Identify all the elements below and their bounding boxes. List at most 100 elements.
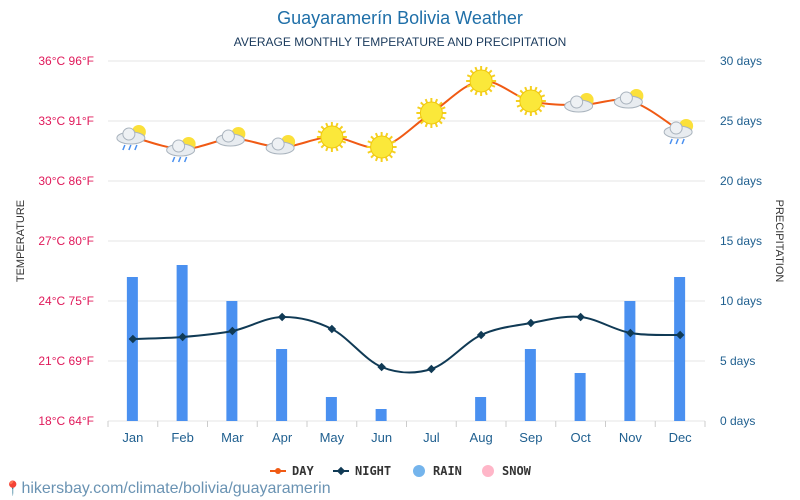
sun-cloud-icon — [564, 93, 594, 113]
rain-bar — [624, 301, 636, 421]
right-tick-label: 5 days — [720, 354, 755, 368]
x-tick-label: Feb — [171, 430, 193, 445]
sun-ray — [388, 154, 393, 159]
sun-icon — [416, 98, 447, 128]
sun-disc — [519, 89, 543, 113]
rain-bar — [524, 349, 536, 421]
rain-bar — [226, 301, 238, 421]
sun-ray — [469, 88, 475, 93]
legend-label-snow: SNOW — [502, 464, 532, 478]
rain-bar — [276, 349, 288, 421]
sun-ray — [488, 88, 493, 93]
rain-drop — [134, 144, 138, 151]
sun-disc — [320, 125, 344, 149]
sun-ray — [320, 125, 325, 130]
x-tick-label: Jul — [423, 430, 440, 445]
rain-bar — [574, 373, 586, 421]
sun-ray — [317, 130, 323, 134]
x-tick-label: Nov — [619, 430, 643, 445]
sun-ray — [388, 135, 393, 140]
right-axis-label: PRECIPITATION — [773, 200, 785, 283]
rain-drop — [177, 156, 182, 163]
x-tick-label: May — [320, 430, 345, 445]
sun-ray — [516, 94, 522, 98]
sun-ray — [540, 94, 546, 98]
legend-label-rain: RAIN — [433, 464, 462, 478]
sun-ray — [367, 150, 372, 154]
left-tick-label: 30°C 86°F — [38, 174, 94, 188]
legend-marker — [336, 466, 346, 476]
sun-ray — [424, 98, 429, 104]
night-point — [277, 312, 287, 322]
rain-bar — [475, 397, 487, 421]
rain-drop — [171, 156, 176, 163]
rain-drop — [122, 144, 126, 151]
cloud-puff — [221, 129, 235, 143]
legend-label-day: DAY — [292, 464, 314, 478]
sun-ray — [534, 86, 538, 92]
rain-drop — [128, 144, 132, 151]
sun-icon — [366, 132, 397, 162]
sun-ray — [441, 106, 446, 110]
x-tick-label: Jun — [371, 430, 392, 445]
right-tick-label: 0 days — [720, 414, 755, 428]
sun-cloud-icon — [613, 89, 644, 109]
sun-ray — [524, 86, 528, 92]
sun-ray — [374, 156, 379, 162]
sun-ray — [320, 144, 325, 149]
source-link-text[interactable]: hikersbay.com/climate/bolivia/guayaramer… — [21, 480, 330, 497]
x-tick-label: Dec — [669, 430, 693, 445]
rain-bar — [325, 397, 337, 421]
rain-bar — [674, 277, 686, 421]
sun-ray — [338, 125, 344, 130]
x-tick-label: Jan — [122, 430, 143, 445]
legend-marker — [482, 465, 494, 477]
cloud-puff — [271, 137, 285, 151]
sun-ray — [338, 144, 344, 149]
sun-ray — [516, 104, 522, 108]
night-point — [377, 362, 386, 372]
legend-marker — [275, 468, 281, 474]
sun-cloud-icon — [265, 135, 296, 155]
sun-icon — [515, 86, 546, 116]
left-tick-label: 18°C 64°F — [38, 414, 94, 428]
x-tick-label: Apr — [272, 430, 293, 445]
sun-ray — [391, 140, 396, 144]
sun-ray — [519, 89, 524, 94]
left-tick-label: 36°C 96°F — [38, 54, 94, 68]
rain-bar — [375, 409, 387, 421]
sun-ray — [335, 122, 339, 128]
rain-drop — [183, 156, 188, 163]
sun-ray — [469, 69, 475, 74]
rain-bar — [126, 277, 138, 421]
sun-ray — [370, 135, 375, 140]
sun-ray — [540, 104, 546, 108]
sun-ray — [417, 106, 422, 110]
sun-ray — [537, 89, 543, 94]
sun-cloud-icon — [215, 127, 246, 147]
right-tick-label: 30 days — [720, 54, 762, 68]
rain-drop — [681, 138, 685, 145]
sun-ray — [474, 66, 478, 72]
cloud-puff — [122, 127, 136, 141]
sun-ray — [488, 69, 493, 74]
night-point — [576, 312, 585, 322]
sun-ray — [434, 122, 439, 128]
chart-svg: 18°C 64°F 0 days 21°C 69°F 5 days 24°C 75°F 1… — [15, 54, 785, 478]
cloud-puff — [619, 91, 633, 105]
night-point — [526, 318, 536, 328]
cloud-puff — [570, 95, 584, 109]
night-point — [327, 324, 337, 334]
legend-label-night: NIGHT — [355, 464, 391, 478]
cloud-sun-rain-icon — [116, 125, 146, 151]
legend-marker — [413, 465, 425, 477]
source-link[interactable]: 📍hikersbay.com/climate/bolivia/guayarame… — [4, 480, 331, 498]
right-tick-label: 10 days — [720, 294, 762, 308]
sun-ray — [384, 156, 389, 162]
sun-icon — [316, 122, 347, 152]
sun-ray — [490, 74, 496, 78]
sun-ray — [484, 90, 488, 96]
sun-icon — [466, 66, 497, 96]
left-axis-label: TEMPERATURE — [15, 200, 27, 282]
night-line — [132, 315, 681, 374]
